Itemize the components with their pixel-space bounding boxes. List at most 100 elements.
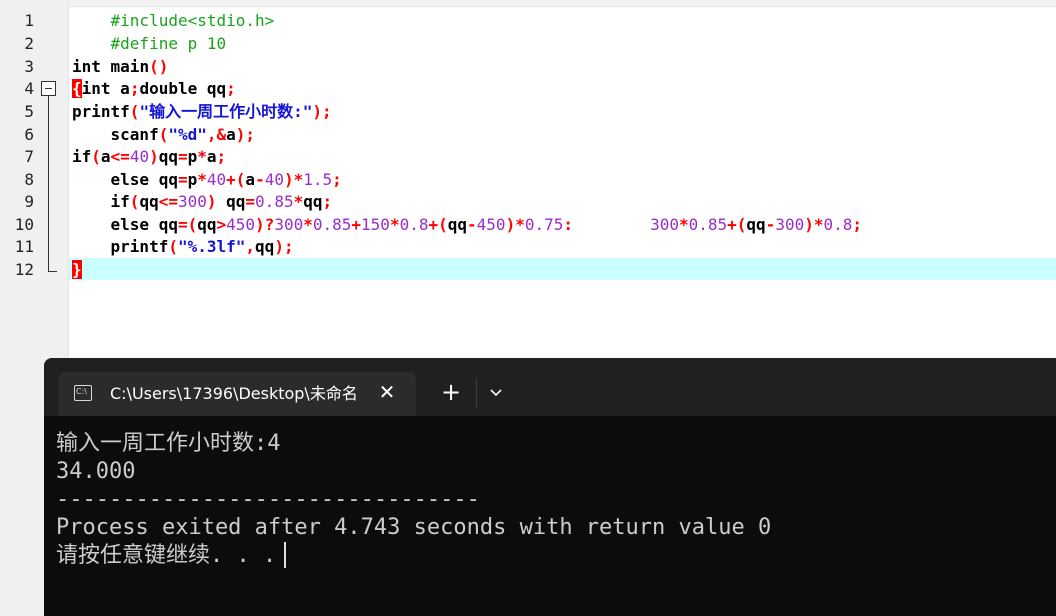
- line-number: 8: [24, 170, 34, 189]
- operator: (: [158, 125, 169, 144]
- identifier: scanf: [72, 125, 159, 144]
- operator: (: [168, 237, 178, 256]
- number-literal: 0.75: [524, 215, 564, 234]
- operator: )?: [255, 215, 275, 234]
- operator: *: [389, 215, 400, 234]
- operator: );: [235, 125, 256, 144]
- number-literal: 300: [177, 192, 207, 211]
- keyword: if: [72, 147, 92, 166]
- operator: *: [303, 215, 313, 234]
- identifier: printf: [72, 102, 130, 121]
- operator: =: [177, 147, 188, 166]
- string-literal: "%d": [168, 125, 207, 144]
- close-tab-button[interactable]: ✕: [376, 380, 398, 404]
- identifier: qq: [303, 192, 323, 211]
- operator: (: [91, 147, 101, 166]
- output-line-separator: --------------------------------: [56, 487, 480, 512]
- identifier: qq: [255, 237, 275, 256]
- new-tab-button[interactable]: +: [438, 378, 464, 406]
- line-number: 1: [24, 11, 34, 30]
- operator: -: [765, 215, 776, 234]
- line-number: 4: [24, 79, 34, 98]
- number-literal: 450: [226, 215, 256, 234]
- operator: =: [177, 170, 188, 189]
- operator: +: [351, 215, 362, 234]
- identifier: qq: [226, 192, 246, 211]
- identifier: qq: [158, 147, 178, 166]
- code-line-4: {int a;double qq;: [72, 78, 236, 100]
- number-literal: 300: [274, 215, 304, 234]
- operator: <=: [158, 192, 178, 211]
- code-line-1: #include<stdio.h>: [72, 10, 275, 32]
- number-literal: 450: [476, 215, 506, 234]
- operator: +(: [428, 215, 448, 234]
- operator: )*: [283, 170, 304, 189]
- tab-title: C:\Users\17396\Desktop\未命名: [110, 384, 358, 403]
- terminal-tab-bar: C:\Users\17396\Desktop\未命名 ✕ +: [44, 358, 1056, 416]
- operator: *: [678, 215, 689, 234]
- operator: ;: [216, 147, 227, 166]
- number-literal: 300: [775, 215, 805, 234]
- operator: =: [245, 192, 256, 211]
- code-line-10: else qq=(qq>450)?300*0.85+150*0.8+(qq-45…: [72, 214, 863, 236]
- operator: *: [197, 170, 207, 189]
- console-icon: [74, 385, 92, 401]
- operator: =(: [177, 215, 198, 234]
- operator: ;: [129, 79, 140, 98]
- identifier: a: [245, 170, 256, 189]
- operator: -: [467, 215, 477, 234]
- identifier: qq: [139, 192, 159, 211]
- declaration: double qq: [139, 79, 227, 98]
- identifier: printf: [72, 237, 169, 256]
- operator: ;: [322, 192, 333, 211]
- number-literal: 0.85: [255, 192, 294, 211]
- operator: ;: [226, 79, 236, 98]
- line-number: 2: [24, 34, 34, 53]
- identifier: qq: [197, 215, 217, 234]
- identifier: main: [100, 57, 150, 76]
- operator: ): [149, 147, 159, 166]
- identifier: a: [100, 147, 111, 166]
- operator: +(: [727, 215, 747, 234]
- operator: (: [129, 102, 140, 121]
- operator: ;: [332, 170, 342, 189]
- number-literal: 1.5: [303, 170, 333, 189]
- code-line-8: else qq=p*40+(a-40)*1.5;: [72, 169, 342, 191]
- line-number: 7: [24, 147, 34, 166]
- fold-guide-end: [48, 271, 57, 272]
- identifier: a: [206, 147, 217, 166]
- number-literal: 150: [361, 215, 390, 234]
- number-literal: 0.8: [823, 215, 853, 234]
- terminal-tab[interactable]: C:\Users\17396\Desktop\未命名 ✕: [58, 372, 416, 416]
- declaration: int a: [81, 79, 130, 98]
- code-line-12: }: [72, 259, 82, 281]
- identifier: qq: [746, 215, 766, 234]
- line-number: 5: [24, 102, 34, 121]
- matched-brace: }: [72, 260, 82, 279]
- operator: ): [206, 192, 227, 211]
- preprocessor-directive: #include<stdio.h>: [72, 11, 275, 30]
- keyword: else qq: [72, 215, 178, 234]
- chevron-down-icon[interactable]: [485, 383, 507, 403]
- code-line-6: scanf("%d",&a);: [72, 124, 256, 146]
- line-number: 9: [24, 192, 34, 211]
- identifier: p: [187, 147, 198, 166]
- operator: )*: [804, 215, 824, 234]
- operator: :: [563, 215, 651, 234]
- code-line-11: printf("%.3lf",qq);: [72, 236, 294, 258]
- string-literal: "输入一周工作小时数:": [139, 102, 313, 121]
- text-cursor: [284, 542, 287, 568]
- editor-top-border: [0, 0, 1056, 7]
- operator: );: [312, 102, 332, 121]
- console-window[interactable]: C:\Users\17396\Desktop\未命名 ✕ + 输入一周工作小时数…: [44, 358, 1056, 616]
- operator: );: [274, 237, 294, 256]
- operator: (): [149, 57, 169, 76]
- identifier: a: [226, 125, 236, 144]
- code-line-9: if(qq<=300) qq=0.85*qq;: [72, 191, 333, 213]
- line-number: 11: [14, 237, 34, 256]
- output-line-prompt: 输入一周工作小时数:4: [56, 431, 281, 456]
- fold-collapse-icon[interactable]: [41, 81, 56, 96]
- operator: -: [255, 170, 265, 189]
- code-line-7: if(a<=40)qq=p*a;: [72, 146, 226, 168]
- operator: *: [197, 147, 207, 166]
